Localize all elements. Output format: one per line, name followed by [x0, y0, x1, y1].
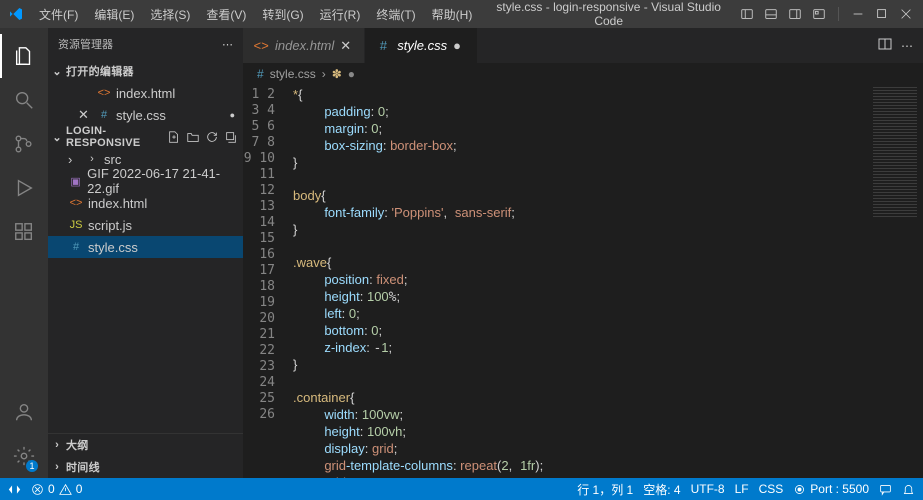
dirty-indicator[interactable]: ●	[453, 38, 467, 53]
window-close-icon[interactable]	[897, 5, 915, 23]
menu-item[interactable]: 选择(S)	[143, 4, 197, 25]
status-eol[interactable]: LF	[735, 482, 749, 496]
close-icon[interactable]: ✕	[78, 107, 92, 123]
close-icon[interactable]: ✕	[340, 38, 354, 54]
menu-item[interactable]: 文件(F)	[32, 4, 85, 25]
editor-tabs: <>index.html✕#style.css● ⋯	[243, 28, 923, 63]
timeline-label: 时间线	[66, 459, 239, 475]
layout-bottom-icon[interactable]	[762, 5, 780, 23]
chevron-down-icon: ⌄	[50, 131, 64, 144]
menu-item[interactable]: 转到(G)	[255, 4, 310, 25]
open-editors-section[interactable]: ⌄ 打开的编辑器	[48, 60, 243, 82]
explorer-sidebar: 资源管理器 ⋯ ⌄ 打开的编辑器 <>index.html✕#style.css…	[48, 28, 243, 478]
new-folder-icon[interactable]	[185, 129, 201, 145]
breadcrumb[interactable]: # style.css › ✽ ●	[243, 63, 923, 85]
status-feedback-icon[interactable]	[879, 483, 892, 496]
activity-source-control[interactable]	[0, 122, 48, 166]
css-file-icon: #	[68, 239, 84, 255]
settings-badge: 1	[26, 460, 38, 472]
sidebar-header: 资源管理器 ⋯	[48, 28, 243, 60]
line-gutter: 1 2 3 4 5 6 7 8 9 10 11 12 13 14 15 16 1…	[243, 85, 289, 478]
activity-account[interactable]	[0, 390, 48, 434]
menu-item[interactable]: 帮助(H)	[425, 4, 480, 25]
chevron-right-icon: ›	[50, 461, 64, 473]
menu-item[interactable]: 查看(V)	[199, 4, 253, 25]
status-spaces[interactable]: 空格: 4	[643, 481, 680, 498]
html-file-icon: <>	[96, 85, 112, 101]
remote-indicator[interactable]	[8, 483, 21, 496]
chevron-right-icon: ›	[68, 152, 80, 167]
open-editors-label: 打开的编辑器	[66, 63, 239, 79]
status-bell-icon[interactable]	[902, 483, 915, 496]
status-ln-col[interactable]: 行 1，列 1	[577, 481, 633, 498]
editor-tab[interactable]: #style.css●	[365, 28, 478, 63]
activity-explorer[interactable]	[0, 34, 48, 78]
dirty-indicator: ●	[348, 67, 355, 81]
activity-run-debug[interactable]	[0, 166, 48, 210]
html-file-icon: <>	[68, 195, 84, 211]
split-editor-icon[interactable]	[877, 36, 893, 55]
css-file-icon: #	[375, 38, 391, 54]
project-label: LOGIN-RESPONSIVE	[66, 125, 164, 149]
window-title: style.css - login-responsive - Visual St…	[481, 0, 736, 28]
file-item[interactable]: #style.css	[48, 236, 243, 258]
folder-file-icon: ›	[84, 151, 100, 167]
editor-tab[interactable]: <>index.html✕	[243, 28, 365, 63]
file-item[interactable]: JSscript.js	[48, 214, 243, 236]
layout-side-right-icon[interactable]	[786, 5, 804, 23]
code-editor[interactable]: 1 2 3 4 5 6 7 8 9 10 11 12 13 14 15 16 1…	[243, 85, 923, 478]
status-encoding[interactable]: UTF-8	[691, 482, 725, 496]
status-lang[interactable]: CSS	[759, 482, 784, 496]
window-maximize-icon[interactable]	[873, 5, 891, 23]
refresh-icon[interactable]	[204, 129, 220, 145]
code-content[interactable]: *{ padding: 0; margin: 0; box-sizing: bo…	[289, 85, 867, 478]
window-minimize-icon[interactable]	[849, 5, 867, 23]
file-item[interactable]: ▣GIF 2022-06-17 21-41-22.gif	[48, 170, 243, 192]
chevron-right-icon: ›	[50, 439, 64, 451]
new-file-icon[interactable]	[166, 129, 182, 145]
open-editor-item[interactable]: ✕#style.css	[48, 104, 243, 126]
outline-label: 大纲	[66, 437, 239, 453]
activity-settings[interactable]: 1	[0, 434, 48, 478]
menu-item[interactable]: 运行(R)	[313, 4, 368, 25]
activity-bar: 1	[0, 28, 48, 478]
status-port[interactable]: Port : 5500	[793, 482, 869, 496]
layout-customize-icon[interactable]	[810, 5, 828, 23]
menu-bar: 文件(F)编辑(E)选择(S)查看(V)转到(G)运行(R)终端(T)帮助(H)	[32, 4, 479, 25]
chevron-right-icon: ›	[322, 67, 326, 81]
activity-extensions[interactable]	[0, 210, 48, 254]
breadcrumb-file: style.css	[270, 67, 316, 81]
vscode-logo-icon	[8, 6, 24, 22]
editor-area: <>index.html✕#style.css● ⋯ # style.css ›…	[243, 28, 923, 478]
sidebar-title: 资源管理器	[58, 36, 113, 52]
sidebar-more-icon[interactable]: ⋯	[222, 38, 233, 51]
open-editor-item[interactable]: <>index.html	[48, 82, 243, 104]
outline-section[interactable]: ›大纲	[48, 434, 243, 456]
project-section[interactable]: ⌄ LOGIN-RESPONSIVE	[48, 126, 243, 148]
minimap[interactable]	[867, 85, 923, 478]
layout-side-left-icon[interactable]	[738, 5, 756, 23]
js-file-icon: JS	[68, 217, 84, 233]
css-file-icon: #	[96, 107, 112, 123]
symbol-icon: ✽	[332, 67, 342, 81]
collapse-all-icon[interactable]	[223, 129, 239, 145]
menu-item[interactable]: 终端(T)	[369, 4, 422, 25]
timeline-section[interactable]: ›时间线	[48, 456, 243, 478]
title-bar: 文件(F)编辑(E)选择(S)查看(V)转到(G)运行(R)终端(T)帮助(H)…	[0, 0, 923, 28]
chevron-down-icon: ⌄	[50, 65, 64, 78]
tab-more-icon[interactable]: ⋯	[901, 39, 913, 53]
menu-item[interactable]: 编辑(E)	[87, 4, 141, 25]
css-file-icon: #	[257, 67, 264, 81]
status-problems[interactable]: 0 0	[31, 482, 82, 496]
gif-file-icon: ▣	[68, 173, 83, 189]
status-bar: 0 0 行 1，列 1 空格: 4 UTF-8 LF CSS Port : 55…	[0, 478, 923, 500]
activity-search[interactable]	[0, 78, 48, 122]
html-file-icon: <>	[253, 38, 269, 54]
